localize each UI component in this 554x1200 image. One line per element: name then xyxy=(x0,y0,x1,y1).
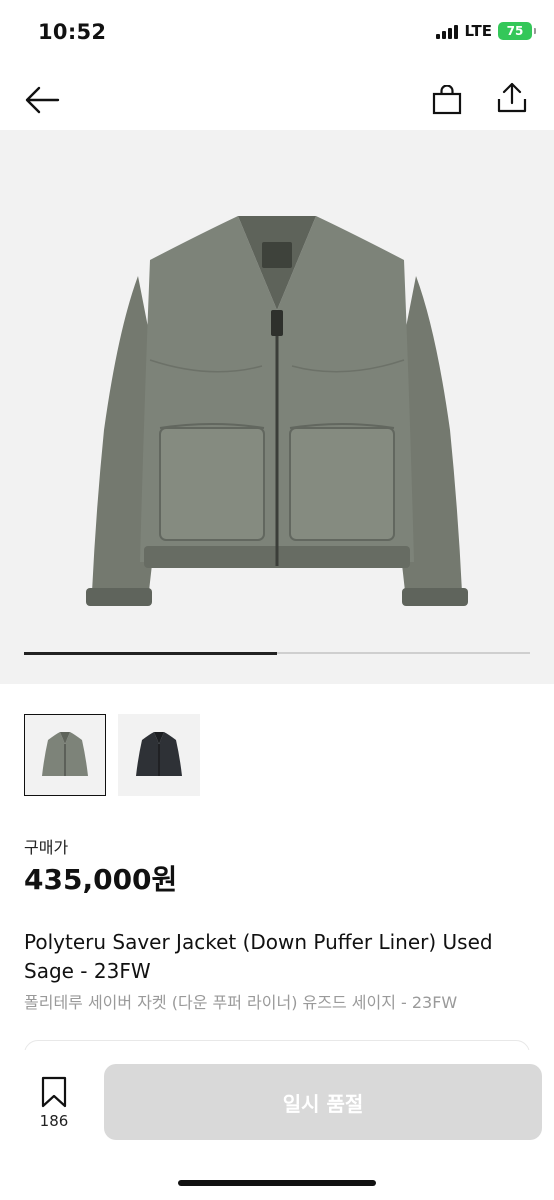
thumbnail-image xyxy=(136,732,182,776)
product-image xyxy=(86,216,468,606)
share-icon xyxy=(497,82,527,113)
bottom-action-bar: 186 일시 품절 xyxy=(0,1050,554,1200)
thumbnail-sage[interactable] xyxy=(24,714,106,796)
sold-out-button[interactable]: 일시 품절 xyxy=(104,1064,542,1140)
wishlist-button[interactable]: 186 xyxy=(28,1076,80,1130)
status-indicators: LTE 75 xyxy=(436,22,536,40)
thumbnail-black[interactable] xyxy=(118,714,200,796)
nav-bar xyxy=(0,68,554,130)
status-bar: 10:52 LTE 75 xyxy=(0,0,554,68)
cart-button[interactable] xyxy=(425,78,469,122)
bookmark-icon xyxy=(41,1076,67,1108)
product-price: 435,000원 xyxy=(24,863,178,896)
arrow-left-icon xyxy=(25,86,60,114)
back-button[interactable] xyxy=(20,78,64,122)
share-button[interactable] xyxy=(490,76,534,120)
carousel-progress xyxy=(24,651,530,655)
thumbnail-list xyxy=(24,714,200,796)
product-image-carousel[interactable] xyxy=(0,130,554,684)
signal-icon xyxy=(436,23,459,39)
home-indicator xyxy=(178,1180,376,1186)
carousel-progress-fill xyxy=(24,651,277,655)
battery-level: 75 xyxy=(506,24,524,38)
thumbnail-image xyxy=(42,732,88,776)
status-time: 10:52 xyxy=(38,20,107,44)
wishlist-count: 186 xyxy=(39,1112,69,1130)
product-title-korean: 폴리테루 세이버 자켓 (다운 푸퍼 라이너) 유즈드 세이지 - 23FW xyxy=(24,993,458,1012)
product-title: Polyteru Saver Jacket (Down Puffer Liner… xyxy=(24,930,493,983)
battery-icon: 75 xyxy=(498,22,536,40)
network-type: LTE xyxy=(464,22,492,40)
price-label: 구매가 xyxy=(24,838,69,857)
shopping-bag-icon xyxy=(432,85,462,115)
